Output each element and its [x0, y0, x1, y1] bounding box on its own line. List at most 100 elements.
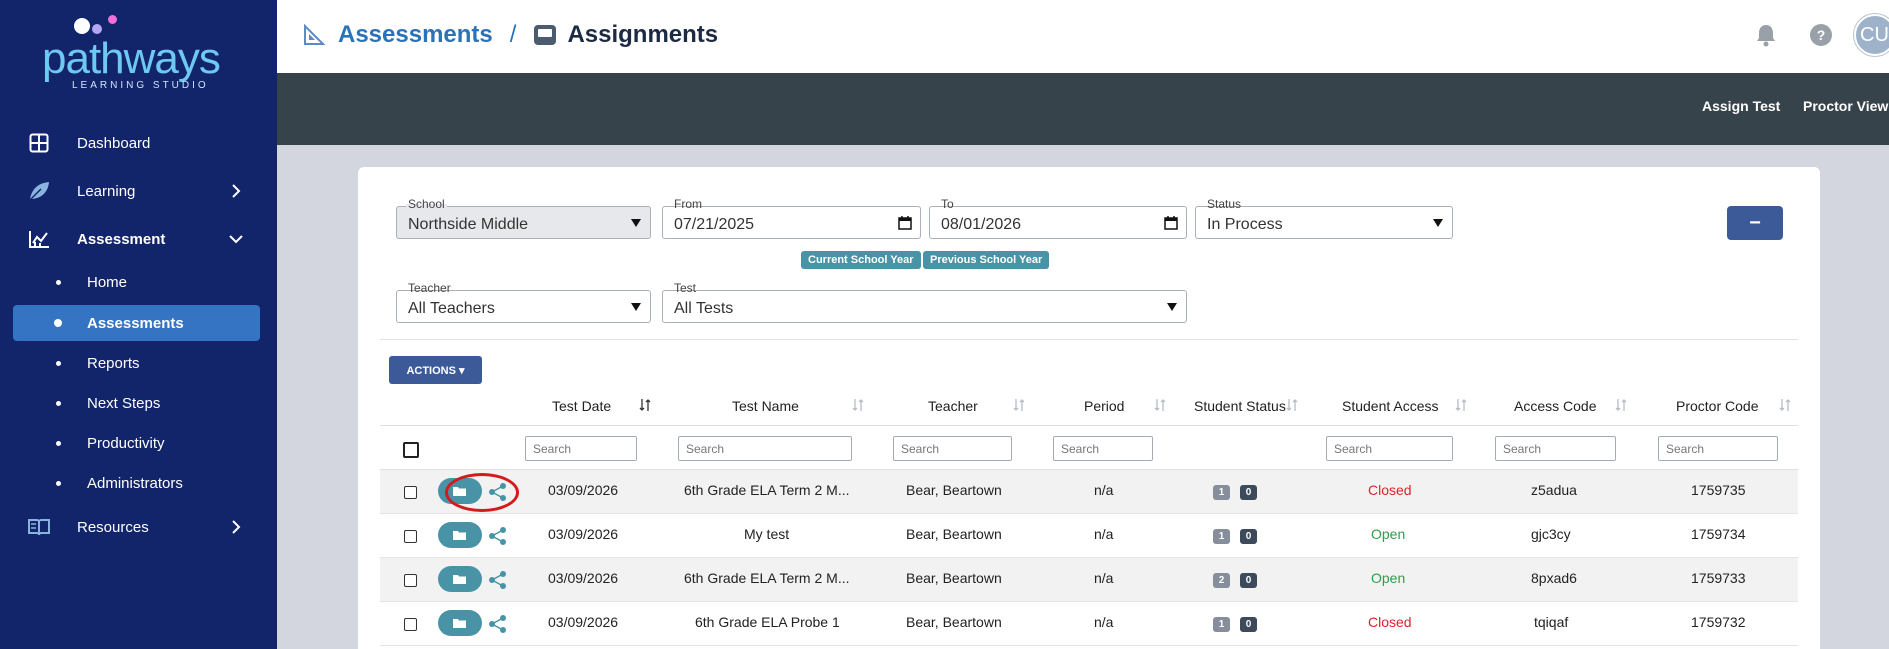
sort-desc-icon[interactable] — [639, 398, 651, 412]
cell-period: n/a — [1094, 570, 1114, 586]
bell-icon[interactable] — [1752, 21, 1780, 49]
column-header-student-status[interactable]: Student Status — [1194, 398, 1286, 414]
test-label: Test — [674, 281, 697, 295]
logo-dot-lilac — [92, 24, 102, 34]
sort-icon[interactable] — [1286, 398, 1298, 412]
sidebar-item-label: Learning — [77, 182, 136, 200]
calendar-icon[interactable] — [898, 216, 912, 230]
search-access-code-input[interactable]: Search — [1495, 436, 1616, 461]
table-header-divider — [380, 425, 1798, 426]
select-all-checkbox[interactable] — [403, 442, 419, 458]
sort-icon[interactable] — [1154, 398, 1166, 412]
column-header-teacher[interactable]: Teacher — [928, 398, 978, 414]
sidebar: pathways LEARNING STUDIO Dashboard Learn… — [0, 0, 277, 649]
share-icon[interactable] — [488, 482, 508, 502]
sidebar-item-dashboard[interactable]: Dashboard — [13, 125, 260, 161]
status-count-badge: 0 — [1240, 529, 1257, 544]
calendar-icon[interactable] — [1164, 216, 1178, 230]
teacher-value: All Teachers — [408, 300, 495, 317]
search-test-date-input[interactable]: Search — [525, 436, 637, 461]
cell-test-name: My test — [744, 526, 790, 542]
sidebar-subitem-next-steps[interactable]: Next Steps — [13, 385, 260, 421]
help-icon[interactable]: ? — [1807, 21, 1835, 49]
sidebar-item-assessment[interactable]: Assessment — [13, 221, 260, 257]
sidebar-subitem-home[interactable]: Home — [13, 264, 260, 300]
school-value: Northside Middle — [408, 216, 529, 233]
caret-down-icon — [631, 219, 641, 227]
bullet-icon — [56, 440, 61, 446]
column-header-test-name[interactable]: Test Name — [732, 398, 799, 414]
breadcrumb-separator: / — [509, 21, 517, 48]
share-icon[interactable] — [488, 526, 508, 546]
row-checkbox[interactable] — [404, 618, 417, 631]
actions-dropdown-button[interactable]: ACTIONS ▾ — [389, 356, 482, 384]
row-checkbox[interactable] — [404, 574, 417, 587]
table-row[interactable]: 03/09/2026 My test Bear, Beartown n/a 1 … — [380, 514, 1798, 558]
column-header-access-code[interactable]: Access Code — [1514, 398, 1596, 414]
row-checkbox[interactable] — [404, 486, 417, 499]
open-folder-button[interactable] — [438, 610, 482, 636]
column-header-proctor-code[interactable]: Proctor Code — [1676, 398, 1758, 414]
open-folder-button[interactable] — [438, 522, 482, 548]
sort-icon[interactable] — [1779, 398, 1791, 412]
sidebar-item-label: Resources — [77, 518, 149, 536]
from-date-field[interactable]: From 07/21/2025 — [662, 198, 921, 239]
table-row[interactable]: 03/09/2026 6th Grade ELA Probe 1 Bear, B… — [380, 602, 1798, 646]
sidebar-item-label: Dashboard — [77, 134, 151, 152]
open-folder-button[interactable] — [438, 566, 482, 592]
sort-icon[interactable] — [1455, 398, 1467, 412]
sidebar-subitem-administrators[interactable]: Administrators — [13, 465, 260, 501]
sidebar-subitem-reports[interactable]: Reports — [13, 345, 260, 381]
cell-test-name: 6th Grade ELA Term 2 M... — [684, 570, 850, 586]
status-select[interactable]: Status In Process — [1195, 198, 1453, 239]
previous-school-year-chip[interactable]: Previous School Year — [923, 251, 1050, 269]
cell-student-access: Closed — [1368, 614, 1412, 630]
cell-proctor-code: 1759735 — [1691, 482, 1746, 498]
test-select[interactable]: Test All Tests — [662, 282, 1187, 323]
breadcrumb-assessments-link[interactable]: Assessments — [338, 21, 493, 49]
sidebar-item-resources[interactable]: Resources — [13, 509, 260, 545]
to-date-field[interactable]: To 08/01/2026 — [929, 198, 1187, 239]
column-header-test-date[interactable]: Test Date — [552, 398, 611, 414]
table-row[interactable]: 03/09/2026 6th Grade ELA Term 2 M... Bea… — [380, 558, 1798, 602]
table-row[interactable]: 03/09/2026 6th Grade ELA Term 2 M... Bea… — [380, 470, 1798, 514]
share-icon[interactable] — [488, 570, 508, 590]
school-select[interactable]: School Northside Middle — [396, 198, 651, 239]
search-test-name-input[interactable]: Search — [678, 436, 852, 461]
teacher-label: Teacher — [408, 281, 451, 295]
chevron-right-icon — [232, 520, 241, 534]
from-value: 07/21/2025 — [674, 216, 755, 233]
sidebar-subitem-productivity[interactable]: Productivity — [13, 425, 260, 461]
current-school-year-chip[interactable]: Current School Year — [801, 251, 921, 269]
cell-proctor-code: 1759734 — [1691, 526, 1746, 542]
proctor-view-link[interactable]: Proctor View — [1803, 98, 1888, 114]
search-teacher-input[interactable]: Search — [893, 436, 1012, 461]
open-folder-button[interactable] — [438, 478, 482, 504]
sort-icon[interactable] — [1013, 398, 1025, 412]
column-header-student-access[interactable]: Student Access — [1342, 398, 1439, 414]
search-student-access-input[interactable]: Search — [1326, 436, 1453, 461]
share-icon[interactable] — [488, 614, 508, 634]
teacher-select[interactable]: Teacher All Teachers — [396, 282, 651, 323]
cell-access-code: tqiqaf — [1534, 614, 1569, 630]
caret-down-icon — [1167, 303, 1177, 311]
sort-icon[interactable] — [1615, 398, 1627, 412]
chevron-down-icon — [229, 235, 243, 244]
search-period-input[interactable]: Search — [1053, 436, 1153, 461]
cell-period: n/a — [1094, 614, 1114, 630]
sidebar-item-learning[interactable]: Learning — [13, 173, 260, 209]
caret-down-icon — [1433, 219, 1443, 227]
sidebar-subitem-assessments[interactable]: Assessments — [13, 305, 260, 341]
assign-test-link[interactable]: Assign Test — [1702, 98, 1780, 114]
breadcrumb: Assessments / Assignments — [302, 20, 718, 50]
sort-icon[interactable] — [852, 398, 864, 412]
avatar[interactable]: CU — [1854, 14, 1889, 56]
search-proctor-code-input[interactable]: Search — [1658, 436, 1778, 461]
column-header-period[interactable]: Period — [1084, 398, 1124, 414]
logo-dot-pink — [108, 15, 117, 24]
page-title: Assignments — [567, 21, 719, 48]
status-count-badge: 0 — [1240, 573, 1257, 588]
row-checkbox[interactable] — [404, 530, 417, 543]
collapse-filters-button[interactable]: − — [1727, 206, 1783, 240]
brand-logo[interactable]: pathways LEARNING STUDIO — [42, 14, 232, 91]
